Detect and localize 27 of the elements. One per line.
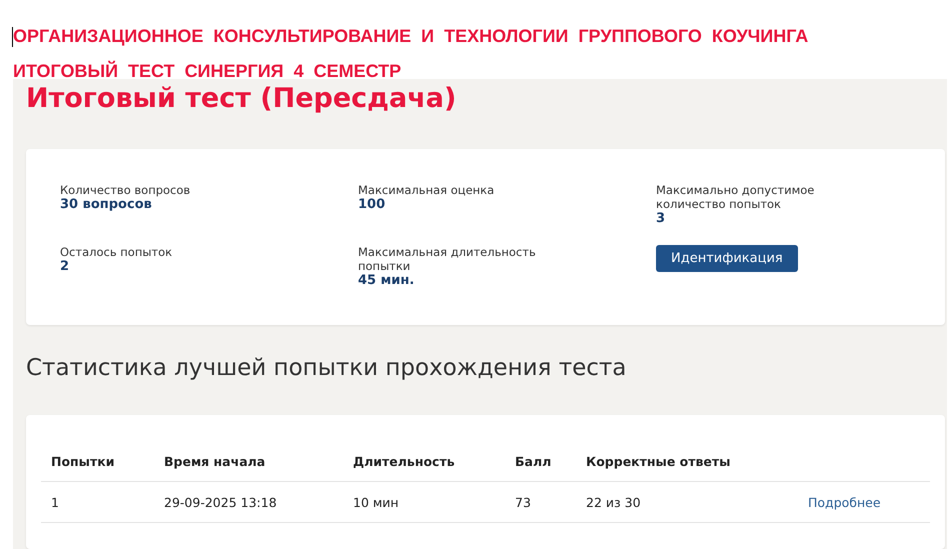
table-cell-text: 22 из 30: [586, 494, 642, 510]
info-value: 3: [656, 211, 666, 227]
info-value: 30 вопросов: [60, 197, 153, 213]
table-cell-text: 1: [51, 494, 60, 510]
section-heading: Статистика лучшей попытки прохождения теста: [26, 355, 628, 383]
column-header: Попытки: [51, 454, 116, 468]
column-header: Время начала: [164, 454, 266, 468]
info-label: Осталось попыток: [60, 245, 174, 259]
column-header: Корректные ответы: [586, 454, 732, 468]
info-label: Количество вопросов: [60, 183, 192, 197]
info-value: 2: [60, 259, 70, 275]
info-value: 45 мин.: [358, 273, 416, 289]
column-header: Длительность: [353, 454, 456, 468]
info-label: Максимальная оценка: [358, 183, 496, 197]
info-label: Максимально допустимое количество попыток: [656, 183, 816, 211]
banner-heading: ИТОГОВЫЙ ТЕСТ СИНЕРГИЯ 4 СЕМЕСТР: [13, 61, 402, 82]
banner-heading: ОРГАНИЗАЦИОННОЕ КОНСУЛЬТИРОВАНИЕ И ТЕХНОЛОГИИ ГРУППОВОГО КОУЧИНГА: [13, 26, 808, 47]
details-link[interactable]: Подробнее: [808, 494, 930, 510]
info-value: 100: [358, 197, 386, 213]
table-cell-text: 73: [515, 494, 532, 510]
table-cell-text: 10 мин: [353, 494, 400, 510]
column-header: Балл: [515, 454, 552, 468]
table-cell-text: 29-09-2025 13:18: [164, 494, 278, 510]
text-cursor: [12, 26, 13, 46]
page-title: Итоговый тест (Пересдача): [26, 83, 458, 116]
identification-button[interactable]: Идентификация: [656, 245, 798, 272]
info-label: Максимальная длительность попытки: [358, 245, 537, 273]
